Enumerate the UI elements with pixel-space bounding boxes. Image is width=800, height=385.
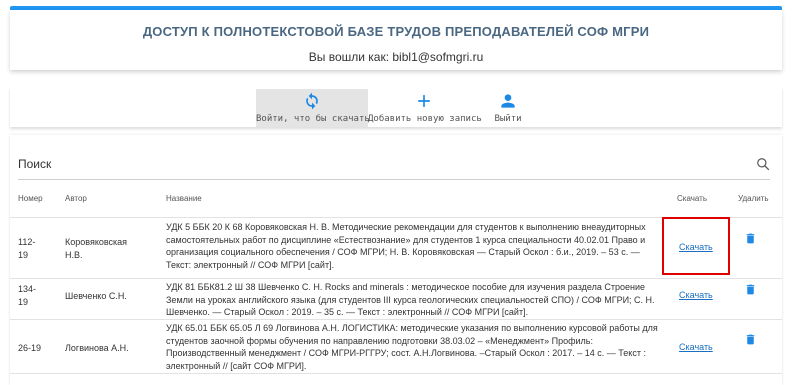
add-record-button[interactable]: Добавить новую запись [368,89,482,127]
records-table: Номер Автор Название Скачать Удалить 112… [10,135,782,385]
column-header-delete: Удалить [738,194,769,203]
column-header-number: Номер [18,194,43,203]
search-input[interactable] [18,157,718,171]
row-divider [10,278,782,279]
row-divider [10,373,782,374]
page-header: ДОСТУП К ПОЛНОТЕКСТОВОЙ БАЗЕ ТРУДОВ ПРЕП… [10,10,782,70]
row-number: 26-19 [18,343,42,353]
row-divider [10,319,782,320]
logout-button[interactable]: Выйти [480,89,536,127]
row-author: Шевченко С.Н. [65,291,127,301]
row-title: УДК 5 ББК 20 К 68 Коровяковская Н. В. Ме… [166,222,646,270]
refresh-icon [256,91,368,111]
column-header-author: Автор [65,194,87,203]
row-author: Логвинова А.Н. [65,343,129,353]
row-title: УДК 81 ББК81.2 Ш 38 Шевченко С. Н. Rocks… [166,282,655,317]
page-title: ДОСТУП К ПОЛНОТЕКСТОВОЙ БАЗЕ ТРУДОВ ПРЕП… [142,24,650,39]
row-number: 112- 19 [18,237,36,260]
download-link[interactable]: Скачать [679,342,713,352]
column-header-download: Скачать [677,194,707,203]
toolbar: Войти, что бы скачать Добавить новую зап… [10,87,782,127]
logged-in-user: Вы вошли как: bibl1@sofmgri.ru [308,50,484,64]
download-highlight-box [662,217,730,275]
row-number: 134- 19 [18,284,37,307]
search-icon[interactable] [756,157,770,176]
trash-icon[interactable] [744,332,757,352]
logout-label: Выйти [494,114,522,124]
login-to-download-button[interactable]: Войти, что бы скачать [256,89,370,127]
trash-icon[interactable] [744,231,757,251]
login-to-download-label: Войти, что бы скачать [256,114,370,124]
search-bar [18,153,770,180]
column-header-title: Название [166,194,202,203]
trash-icon[interactable] [744,282,757,302]
plus-icon [368,91,480,111]
person-icon [480,91,536,111]
add-record-label: Добавить новую запись [368,114,482,124]
row-author: Коровяковская Н.В. [65,237,128,260]
download-link[interactable]: Скачать [679,290,713,300]
row-title: УДК 65.01 ББК 65.05 Л 69 Логвинова А.Н. … [166,323,658,371]
